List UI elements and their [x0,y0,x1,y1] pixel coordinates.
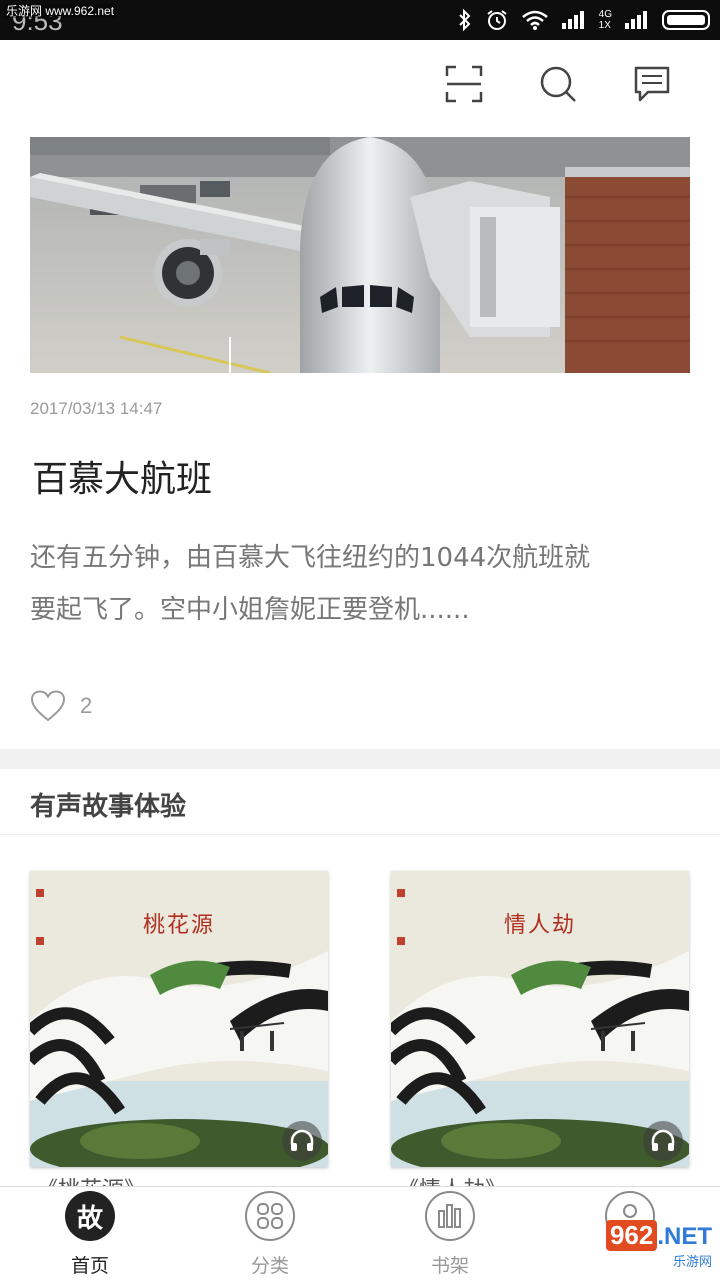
feature-image[interactable] [30,137,690,373]
site-logo-watermark: 962 .NET 乐游网 [605,1220,712,1270]
heart-icon [30,690,66,722]
audio-card-2[interactable]: 情人劫 [391,871,689,1167]
signal-icon [561,11,584,29]
search-icon [540,66,576,102]
cover-title: 情人劫 [503,913,576,938]
logo-brand: 962 [605,1220,658,1251]
network-top-label: 4G [598,9,612,20]
scan-button[interactable] [442,62,486,106]
signal-icon-2 [625,11,647,29]
section-underline [0,834,720,835]
bluetooth-icon [458,8,471,32]
logo-sub: 乐游网 [672,1254,712,1269]
message-button[interactable] [630,62,674,106]
excerpt-line: 要起飞了。空中小姐詹妮正要登机...... [30,595,470,625]
status-icons: 4G 1X [457,6,710,34]
category-icon [245,1191,295,1241]
message-icon [634,66,670,102]
article-excerpt[interactable]: 还有五分钟，由百慕大飞往纽约的1044次航班就 要起飞了。空中小姐詹妮正要登机.… [30,532,690,636]
scan-icon [445,65,483,103]
top-toolbar [0,40,720,132]
home-icon: 故 [65,1191,115,1241]
audio-card-1[interactable]: 桃花源 [30,871,328,1167]
network-bottom-label: 1X [598,20,611,31]
nav-label: 首页 [70,1255,109,1277]
nav-label: 分类 [250,1255,289,1277]
nav-label: 书架 [430,1255,469,1277]
article-title[interactable]: 百慕大航班 [32,450,212,502]
section-title: 有声故事体验 [30,792,187,822]
home-icon-glyph: 故 [76,1203,103,1234]
excerpt-line: 还有五分钟，由百慕大飞往纽约的1044次航班就 [30,543,591,573]
alarm-icon [487,10,507,30]
like-button[interactable]: 2 [30,690,92,722]
logo-suffix: .NET [657,1223,712,1250]
nav-home[interactable]: 故 首页 [30,1187,150,1280]
nav-category[interactable]: 分类 [210,1187,330,1280]
wifi-icon [521,10,548,30]
search-button[interactable] [536,62,580,106]
article-date: 2017/03/13 14:47 [30,399,163,418]
cover-title: 桃花源 [142,913,215,938]
bottom-nav: 故 首页 分类 书架 我的 962.NET 乐游网 [0,1186,720,1280]
section-divider [0,749,720,769]
network-type: 4G 1X [599,9,612,31]
audio-card-caption[interactable]: 《桃花源》 [36,1172,146,1186]
nav-bookshelf[interactable]: 书架 [390,1187,510,1280]
audio-card-caption[interactable]: 《情人劫》 [397,1172,507,1186]
headphones-icon[interactable] [282,1121,322,1161]
like-count: 2 [80,693,93,718]
watermark-text: 乐游网 www.962.net [4,4,117,18]
battery-icon [662,10,710,30]
bookshelf-icon [425,1191,475,1241]
headphones-icon[interactable] [643,1121,683,1161]
status-bar: 9:53 乐游网 www.962.net 4G 1X [0,0,720,40]
